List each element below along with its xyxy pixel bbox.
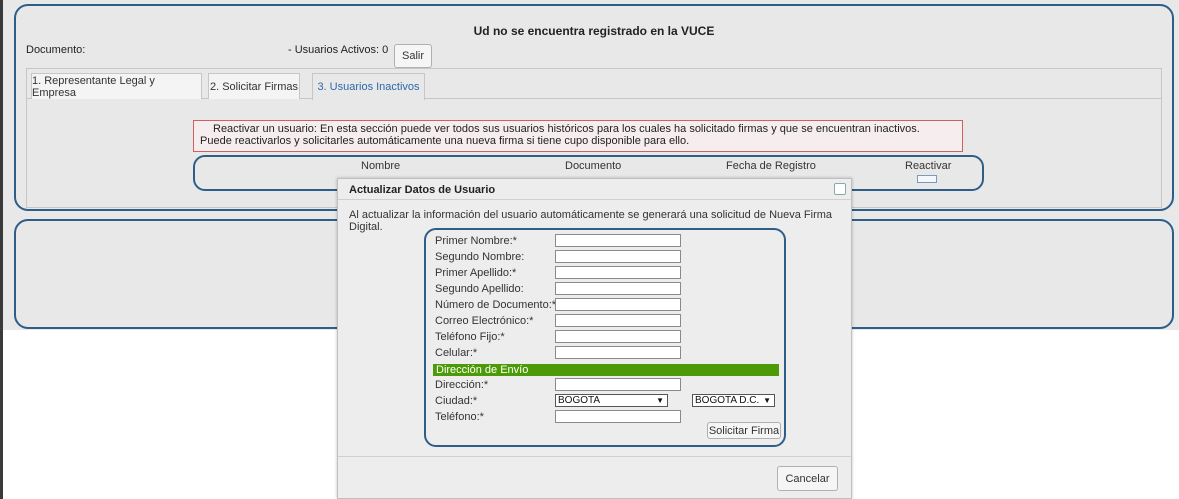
first-surname-input[interactable] — [555, 266, 681, 279]
request-signature-button[interactable]: Solicitar Firma — [707, 422, 781, 439]
tab-inactive-users[interactable]: 3. Usuarios Inactivos — [312, 73, 425, 100]
column-header-reactivate: Reactivar — [905, 160, 952, 172]
email-input[interactable] — [555, 314, 681, 327]
cancel-button[interactable]: Cancelar — [777, 466, 838, 491]
notice-line-2: Puede reactivarlos y solicitarles automá… — [200, 135, 690, 147]
dialog-footer-divider — [338, 456, 851, 457]
notice-line-1: Reactivar un usuario: En esta sección pu… — [213, 123, 920, 135]
city-select-value: BOGOTA — [558, 395, 601, 406]
column-header-name: Nombre — [361, 160, 401, 172]
phone-input[interactable] — [555, 410, 681, 423]
page-title: Ud no se encuentra registrado en la VUCE — [473, 24, 715, 38]
update-user-dialog: Actualizar Datos de Usuario Al actualiza… — [337, 178, 852, 499]
department-select-value: BOGOTA D.C. — [695, 395, 760, 406]
exit-button[interactable]: Salir — [394, 44, 432, 68]
tab-request-signatures[interactable]: 2. Solicitar Firmas — [208, 73, 300, 99]
city-select[interactable]: BOGOTA ▼ — [555, 394, 668, 407]
shipping-address-section-header: Dirección de Envío — [433, 364, 779, 376]
tab-bar: 1. Representante Legal y Empresa 2. Soli… — [27, 69, 1161, 100]
second-name-label: Segundo Nombre: — [435, 251, 525, 263]
active-users-label: - Usuarios Activos: 0 — [288, 44, 389, 56]
chevron-down-icon: ▼ — [656, 396, 664, 405]
second-name-input[interactable] — [555, 250, 681, 263]
document-number-input[interactable] — [555, 298, 681, 311]
reactivate-button[interactable] — [917, 175, 937, 183]
address-label: Dirección:* — [435, 379, 489, 391]
tab-legal-representative[interactable]: 1. Representante Legal y Empresa — [31, 73, 202, 99]
reactivate-notice: Reactivar un usuario: En esta sección pu… — [193, 120, 963, 152]
dialog-title: Actualizar Datos de Usuario — [349, 184, 496, 196]
landline-label: Teléfono Fijo:* — [435, 331, 505, 343]
column-header-document: Documento — [565, 160, 622, 172]
user-form: Primer Nombre:* Segundo Nombre: Primer A… — [424, 228, 786, 447]
dialog-close-icon[interactable] — [834, 183, 846, 195]
city-label: Ciudad:* — [435, 395, 478, 407]
landline-input[interactable] — [555, 330, 681, 343]
dialog-header: Actualizar Datos de Usuario — [338, 179, 851, 200]
first-surname-label: Primer Apellido:* — [435, 267, 517, 279]
second-surname-label: Segundo Apellido: — [435, 283, 524, 295]
chevron-down-icon: ▼ — [763, 396, 771, 405]
email-label: Correo Electrónico:* — [435, 315, 534, 327]
document-number-label: Número de Documento:* — [435, 299, 557, 311]
first-name-input[interactable] — [555, 234, 681, 247]
mobile-label: Celular:* — [435, 347, 478, 359]
column-header-registration-date: Fecha de Registro — [726, 160, 816, 172]
document-label: Documento: — [26, 44, 86, 56]
phone-label: Teléfono:* — [435, 411, 484, 423]
address-input[interactable] — [555, 378, 681, 391]
mobile-input[interactable] — [555, 346, 681, 359]
second-surname-input[interactable] — [555, 282, 681, 295]
department-select[interactable]: BOGOTA D.C. ▼ — [692, 394, 775, 407]
first-name-label: Primer Nombre:* — [435, 235, 517, 247]
